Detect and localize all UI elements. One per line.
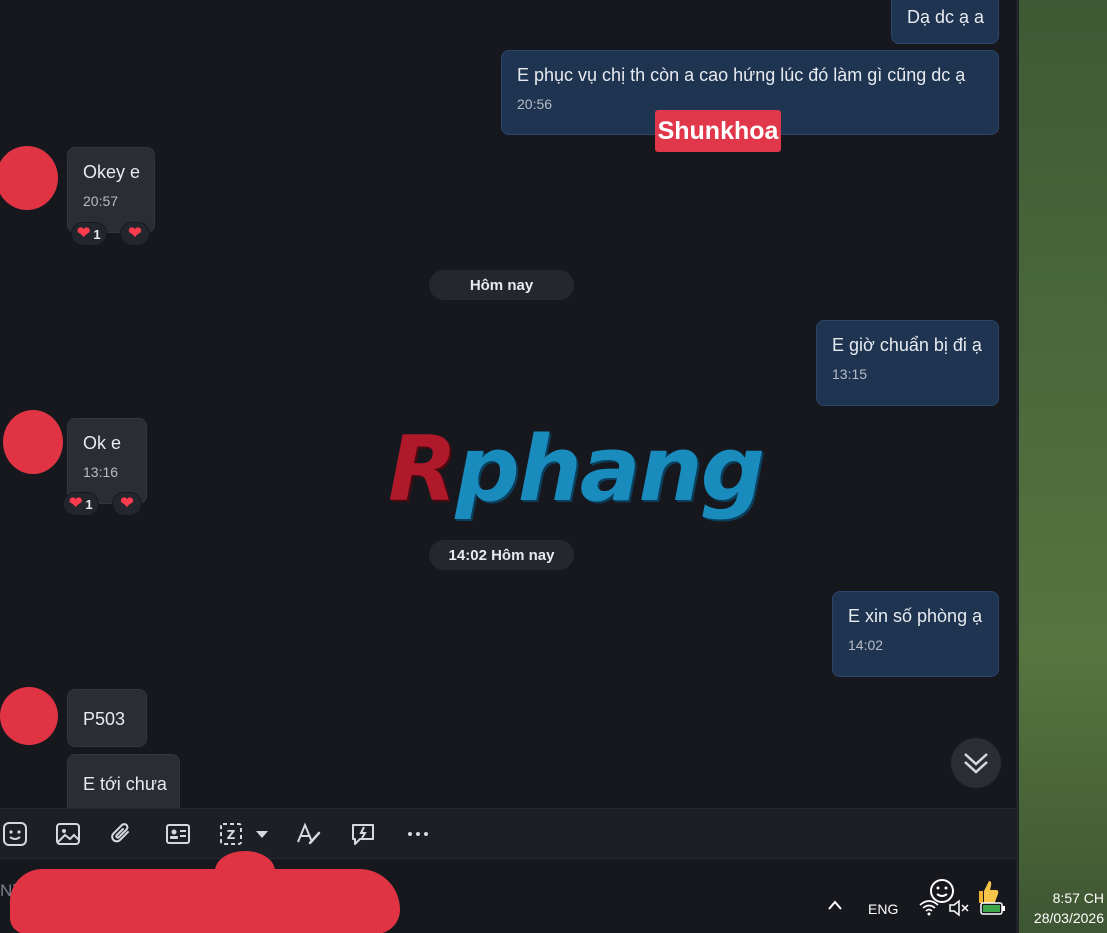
image-icon bbox=[56, 823, 80, 845]
message-incoming[interactable]: P503 bbox=[67, 689, 147, 747]
redaction-scribble bbox=[10, 869, 400, 933]
heart-icon: ❤ bbox=[128, 225, 142, 242]
more-icon bbox=[408, 832, 428, 836]
message-text: Okey e bbox=[83, 162, 141, 182]
screenshot-button[interactable]: Z bbox=[218, 819, 274, 849]
heart-icon: ❤ bbox=[120, 495, 134, 512]
language-indicator[interactable]: ENG bbox=[868, 901, 898, 917]
attach-icon bbox=[111, 823, 129, 843]
redaction-scribble bbox=[215, 851, 275, 891]
heart-icon: ❤ bbox=[77, 225, 91, 242]
message-time: 20:57 bbox=[83, 193, 119, 209]
watermark-letter: R bbox=[388, 417, 457, 522]
screenshot-icon: Z bbox=[220, 823, 268, 845]
chevron-down-icon bbox=[256, 831, 268, 838]
message-time: 14:02 bbox=[848, 637, 884, 653]
tray-overflow-button[interactable] bbox=[826, 898, 844, 915]
message-outgoing[interactable]: E giờ chuẩn bị đi ạ 13:15 bbox=[816, 320, 999, 406]
message-time: 13:15 bbox=[832, 366, 868, 382]
heart-icon: ❤ bbox=[69, 495, 83, 512]
wifi-status[interactable] bbox=[918, 898, 940, 919]
taskbar-clock[interactable]: 8:57 CH 28/03/2026 bbox=[1024, 888, 1104, 928]
volume-status[interactable] bbox=[948, 899, 970, 920]
sticker-button[interactable] bbox=[0, 819, 30, 849]
clock-time: 8:57 CH bbox=[1052, 890, 1104, 906]
message-text: E giờ chuẩn bị đi ạ bbox=[832, 335, 982, 355]
contact-card-icon bbox=[166, 824, 190, 844]
add-reaction-button[interactable]: ❤ bbox=[112, 492, 142, 516]
avatar[interactable] bbox=[3, 410, 63, 474]
more-button[interactable] bbox=[403, 819, 433, 849]
reaction-count: 1 bbox=[85, 496, 93, 512]
send-contact-button[interactable] bbox=[163, 819, 193, 849]
message-composer[interactable]: Nh bbox=[0, 851, 1018, 933]
reaction-count: 1 bbox=[93, 226, 101, 242]
chevron-up-icon bbox=[828, 900, 842, 910]
reaction-summary[interactable]: ❤ 1 bbox=[63, 492, 99, 516]
message-text: E tới chưa bbox=[83, 774, 167, 794]
message-outgoing[interactable]: Dạ dc ạ a bbox=[891, 0, 999, 44]
reaction-summary[interactable]: ❤ 1 bbox=[71, 222, 107, 246]
composer-toolbar: Z bbox=[0, 808, 1018, 859]
message-outgoing[interactable]: E xin số phòng ạ 14:02 bbox=[832, 591, 999, 677]
message-text: Dạ dc ạ a bbox=[907, 7, 985, 27]
desktop-background bbox=[1018, 0, 1107, 933]
watermark-logo: Rphang bbox=[388, 417, 765, 522]
clock-date: 28/03/2026 bbox=[1033, 910, 1104, 926]
date-divider: Hôm nay bbox=[429, 270, 574, 300]
message-time: 13:16 bbox=[83, 464, 119, 480]
avatar[interactable] bbox=[0, 146, 58, 210]
format-text-icon bbox=[297, 822, 321, 845]
message-text: E xin số phòng ạ bbox=[848, 606, 983, 626]
volume-muted-icon bbox=[949, 899, 969, 917]
svg-text:Z: Z bbox=[227, 828, 236, 842]
sticker-overlay: Shunkhoa bbox=[655, 110, 781, 152]
sticker-icon bbox=[3, 822, 27, 846]
watermark-text: phang bbox=[455, 417, 765, 522]
window-border bbox=[1016, 0, 1019, 933]
format-text-button[interactable] bbox=[293, 819, 323, 849]
message-text: P503 bbox=[83, 709, 126, 729]
battery-status[interactable] bbox=[980, 900, 1006, 919]
add-reaction-button[interactable]: ❤ bbox=[120, 222, 150, 246]
battery-icon bbox=[980, 902, 1005, 915]
quick-message-icon bbox=[352, 824, 374, 845]
avatar[interactable] bbox=[0, 687, 58, 745]
double-chevron-down-icon bbox=[964, 753, 988, 774]
message-incoming[interactable]: Okey e 20:57 bbox=[67, 147, 155, 233]
message-text: Ok e bbox=[83, 433, 122, 453]
quick-message-button[interactable] bbox=[348, 819, 378, 849]
message-incoming[interactable]: E tới chưa bbox=[67, 754, 180, 816]
date-divider: 14:02 Hôm nay bbox=[429, 540, 574, 570]
chat-window: Dạ dc ạ a E phục vụ chị th còn a cao hứn… bbox=[0, 0, 1018, 933]
scroll-to-bottom-button[interactable] bbox=[951, 738, 1001, 788]
message-text: E phục vụ chị th còn a cao hứng lúc đó l… bbox=[517, 65, 966, 85]
send-image-button[interactable] bbox=[53, 819, 83, 849]
wifi-icon bbox=[919, 900, 939, 916]
attach-file-button[interactable] bbox=[107, 819, 137, 849]
